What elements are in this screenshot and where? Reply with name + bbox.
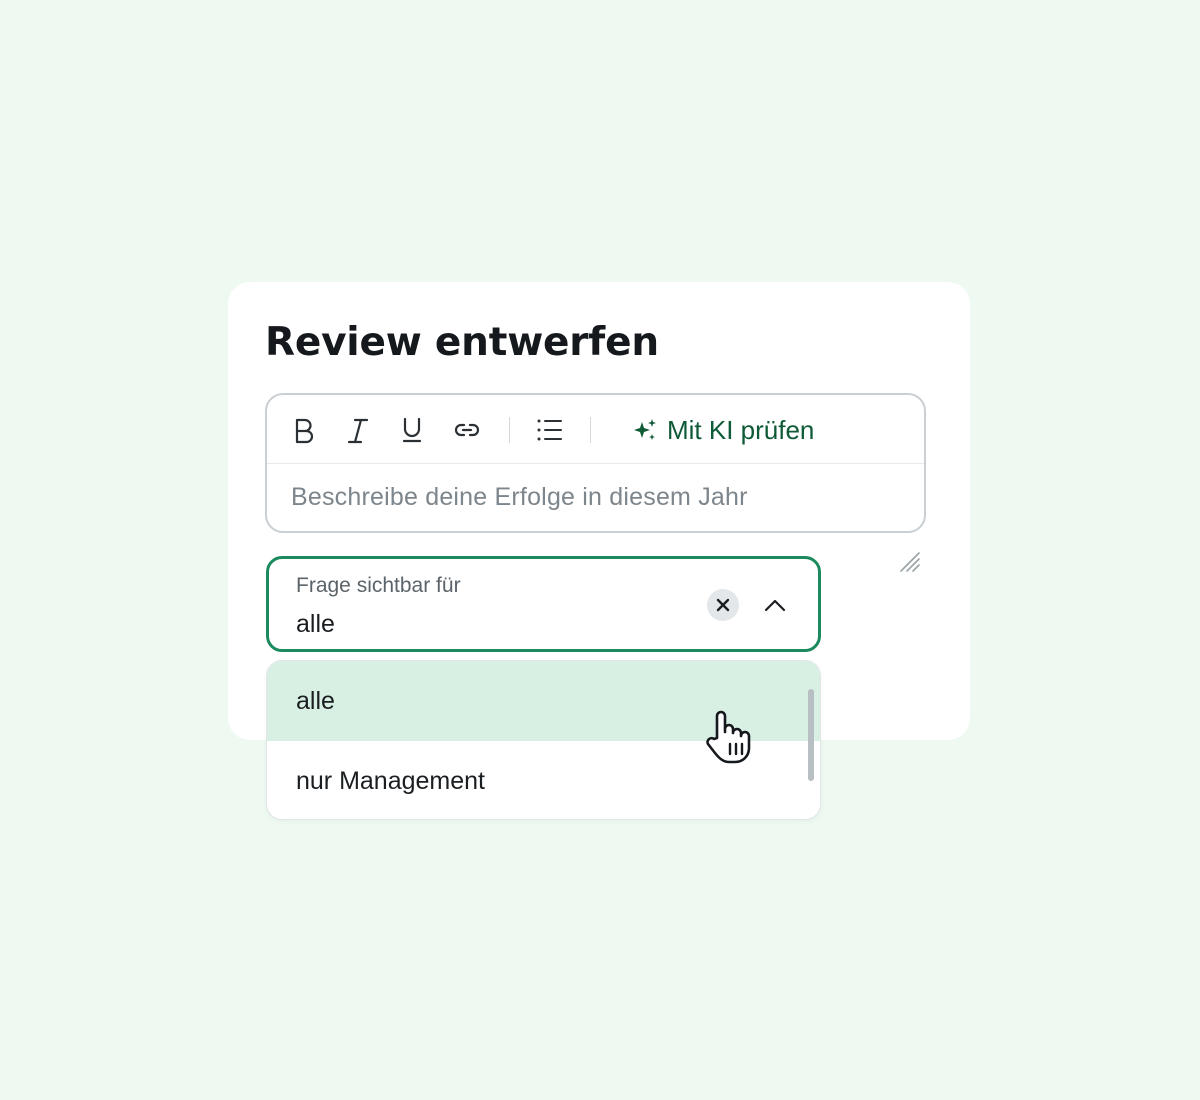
editor-placeholder: Beschreibe deine Erfolge in diesem Jahr [291, 483, 748, 511]
select-label: Frage sichtbar für [296, 574, 461, 597]
bulleted-list-button[interactable] [532, 413, 566, 447]
editor-toolbar: Mit KI prüfen [267, 395, 924, 464]
option-label: alle [296, 686, 335, 715]
link-button[interactable] [450, 413, 484, 447]
italic-button[interactable] [341, 413, 375, 447]
hand-pointer-cursor-icon [706, 710, 751, 764]
card-title: Review entwerfen [265, 320, 659, 365]
dropdown-scrollbar[interactable] [808, 689, 814, 781]
underline-button[interactable] [395, 413, 429, 447]
page-stage: Review entwerfen Mit KI prüfen Beschreib… [0, 0, 1200, 1100]
bold-button[interactable] [287, 413, 321, 447]
clear-selection-button[interactable] [707, 589, 739, 621]
toolbar-divider [590, 417, 591, 443]
ai-check-label: Mit KI prüfen [667, 414, 815, 445]
select-value: alle [296, 610, 335, 638]
toolbar-divider [509, 417, 510, 443]
bold-icon [295, 418, 314, 444]
option-label: nur Management [296, 766, 486, 795]
collapse-dropdown-button[interactable] [759, 589, 791, 621]
link-icon [454, 423, 480, 437]
visibility-select[interactable]: Frage sichtbar für alle [266, 556, 821, 652]
close-icon [716, 598, 730, 612]
ai-check-button[interactable]: Mit KI prüfen [631, 413, 814, 447]
underline-icon [402, 417, 422, 443]
chevron-up-icon [764, 599, 786, 612]
italic-icon [347, 418, 369, 444]
sparkle-icon [634, 419, 656, 440]
resize-handle-icon[interactable] [898, 550, 922, 574]
rich-text-editor[interactable]: Mit KI prüfen Beschreibe deine Erfolge i… [265, 393, 926, 533]
bulleted-list-icon [537, 419, 562, 441]
